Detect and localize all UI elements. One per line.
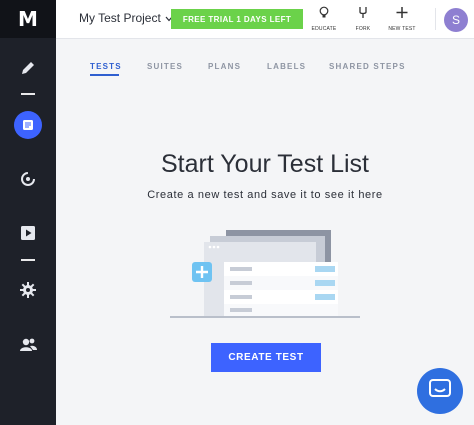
educate-button[interactable]: EDUCATE (306, 6, 342, 32)
fork-label: FORK (355, 26, 371, 32)
trial-banner[interactable]: FREE TRIAL 1 DAYS LEFT (171, 9, 303, 29)
tab-shared-steps[interactable]: SHARED STEPS (329, 62, 406, 71)
chat-launcher[interactable] (417, 368, 463, 414)
lightbulb-icon (319, 6, 329, 24)
tab-plans[interactable]: PLANS (208, 62, 241, 71)
sidebar-divider (21, 93, 35, 95)
new-test-button[interactable]: NEW TEST (384, 6, 420, 32)
logo[interactable]: M (0, 0, 56, 38)
create-test-button[interactable]: CREATE TEST (211, 343, 321, 372)
runs-icon[interactable] (16, 167, 40, 191)
test-list-icon[interactable] (16, 113, 40, 137)
project-name: My Test Project (79, 11, 161, 25)
tab-tests[interactable]: TESTS (90, 62, 122, 71)
gear-icon[interactable] (16, 278, 40, 302)
tab-suites[interactable]: SUITES (147, 62, 183, 71)
sidebar: M (0, 0, 56, 425)
educate-label: EDUCATE (311, 26, 337, 32)
app-root: M My Test Project FREE TRIAL 1 DAYS LEFT… (0, 0, 474, 425)
tab-labels[interactable]: LABELS (267, 62, 306, 71)
empty-state-subtitle: Create a new test and save it to see it … (147, 189, 383, 201)
fork-button[interactable]: FORK (345, 6, 381, 32)
project-selector[interactable]: My Test Project (79, 11, 173, 25)
fork-icon (358, 6, 368, 24)
empty-state-illustration (170, 226, 362, 322)
sidebar-divider (21, 259, 35, 261)
plus-icon (396, 6, 408, 24)
play-icon[interactable] (16, 221, 40, 245)
pencil-icon[interactable] (16, 56, 40, 80)
active-tab-underline (90, 74, 119, 76)
avatar[interactable]: S (444, 8, 468, 32)
chat-icon (429, 378, 451, 404)
top-header: My Test Project FREE TRIAL 1 DAYS LEFT E… (56, 0, 474, 39)
new-test-label: NEW TEST (388, 26, 416, 32)
team-icon[interactable] (16, 333, 40, 357)
empty-state-title: Start Your Test List (161, 150, 369, 178)
header-divider (435, 8, 436, 30)
